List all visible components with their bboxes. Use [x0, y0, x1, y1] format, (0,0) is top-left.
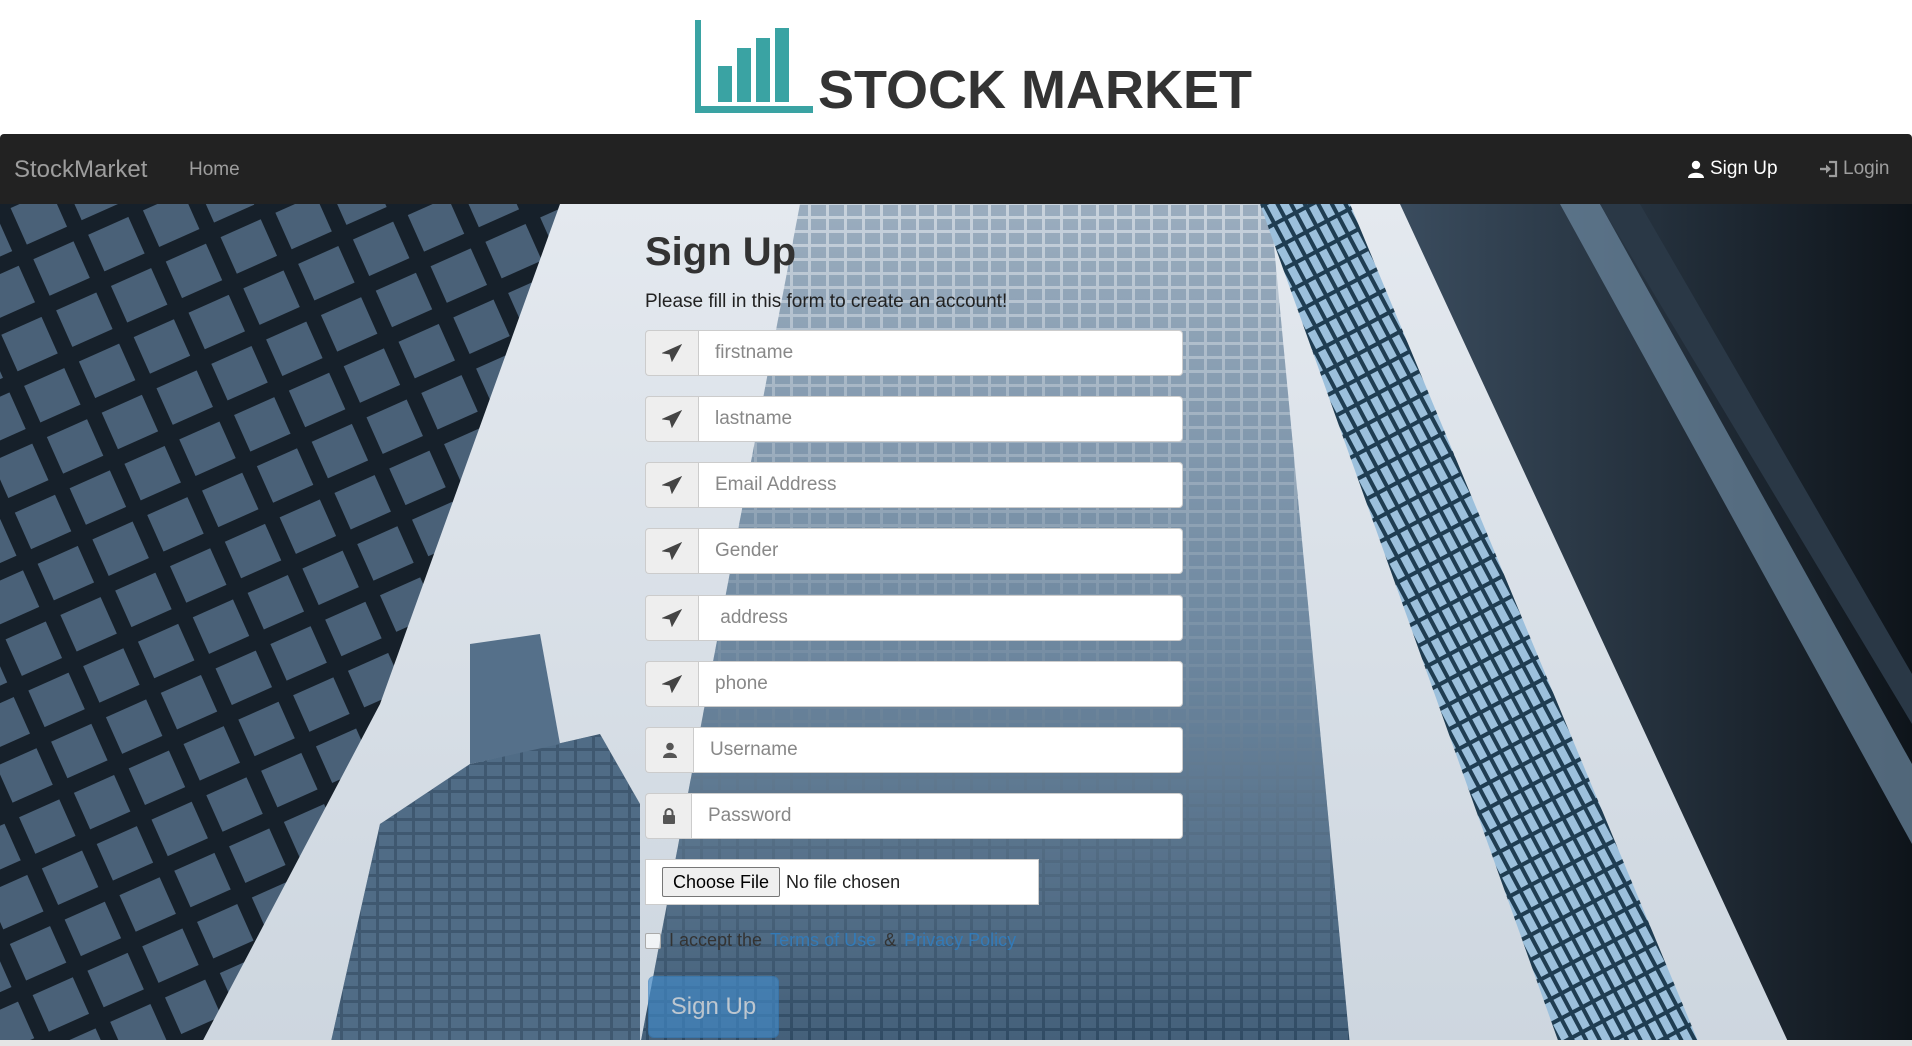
navbar: StockMarket Home Sign Up Login	[0, 134, 1912, 204]
address-group	[645, 595, 1183, 641]
gender-group	[645, 528, 1183, 574]
log-in-icon	[1820, 160, 1838, 178]
username-group	[645, 727, 1183, 773]
username-input[interactable]	[693, 727, 1183, 773]
nav-home-link[interactable]: Home	[189, 158, 240, 182]
logo-text: STOCK MARKET	[818, 60, 1253, 120]
page-title: Sign Up	[645, 230, 797, 274]
nav-signup-link[interactable]: Sign Up	[1687, 157, 1778, 181]
nav-login-label: Login	[1843, 158, 1890, 179]
file-status: No file chosen	[786, 871, 901, 892]
choose-file-button[interactable]: Choose File	[662, 867, 781, 897]
terms-checkbox[interactable]	[645, 932, 661, 949]
lastname-input[interactable]	[698, 396, 1183, 442]
email-group	[645, 462, 1183, 508]
nav-login-link[interactable]: Login	[1819, 157, 1890, 181]
password-input[interactable]	[691, 793, 1183, 839]
terms-of-use-link[interactable]: Terms of Use	[770, 930, 876, 951]
firstname-input[interactable]	[698, 330, 1183, 376]
email-input[interactable]	[698, 462, 1183, 508]
nav-signup-label: Sign Up	[1710, 158, 1778, 179]
paper-plane-icon	[645, 462, 698, 508]
paper-plane-icon	[645, 330, 698, 376]
form-subtitle: Please fill in this form to create an ac…	[645, 291, 1008, 312]
lock-icon	[645, 793, 691, 839]
phone-group	[645, 661, 1183, 707]
lastname-group	[645, 396, 1183, 442]
privacy-policy-link[interactable]: Privacy Policy	[904, 930, 1016, 951]
paper-plane-icon	[645, 396, 698, 442]
firstname-group	[645, 330, 1183, 376]
paper-plane-icon	[645, 661, 698, 707]
phone-input[interactable]	[698, 661, 1183, 707]
terms-row: I accept the Terms of Use & Privacy Poli…	[645, 930, 1016, 951]
bar-chart-logo-icon	[695, 20, 813, 113]
terms-prefix: I accept the	[669, 930, 763, 950]
password-group	[645, 793, 1183, 839]
terms-amp: &	[884, 930, 897, 950]
user-icon	[1688, 160, 1704, 178]
user-icon	[645, 727, 693, 773]
address-input[interactable]	[698, 595, 1183, 641]
paper-plane-icon	[645, 595, 698, 641]
gender-input[interactable]	[698, 528, 1183, 574]
file-upload: Choose File No file chosen	[645, 859, 1039, 905]
site-header: STOCK MARKET	[0, 0, 1912, 134]
bottom-scrollbar	[0, 1040, 1912, 1046]
signup-submit-button[interactable]: Sign Up	[648, 976, 779, 1038]
navbar-brand[interactable]: StockMarket	[14, 156, 147, 184]
paper-plane-icon	[645, 528, 698, 574]
